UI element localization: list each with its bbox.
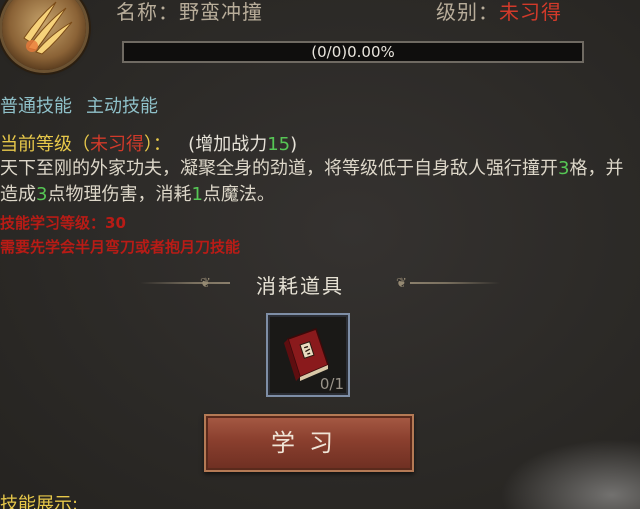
claw-slash-icon	[2, 0, 86, 70]
skill-type-normal: 普通技能	[0, 96, 72, 117]
ornament-right-icon: ❦	[396, 276, 407, 291]
corner-gloss	[500, 439, 640, 509]
desc-damage: 3	[36, 184, 48, 205]
consumables-title: 消耗道具	[256, 274, 344, 298]
power-prefix: (增加战力	[188, 134, 268, 155]
skill-level-label: 级别：	[436, 0, 499, 24]
skill-level-value: 未习得	[499, 0, 562, 24]
divider-right	[410, 282, 500, 284]
skill-type-active: 主动技能	[86, 96, 158, 117]
requirement-level: 技能学习等级：30	[0, 214, 126, 232]
ornament-left-icon: ❦	[200, 276, 211, 291]
skill-detail-panel: 名称：野蛮冲撞 级别：未习得 (0/0)0.00% 普通技能 主动技能 当前等级（…	[0, 0, 640, 509]
progress-text: (0/0)0.00%	[311, 43, 395, 61]
current-level-status: 未习得	[90, 134, 144, 155]
requirement-prereq: 需要先学会半月弯刀或者抱月刀技能	[0, 238, 241, 256]
desc-part4: 点魔法。	[202, 184, 275, 205]
power-suffix: )	[290, 134, 298, 155]
experience-progress-bar: (0/0)0.00%	[122, 41, 584, 63]
skill-name: 名称：野蛮冲撞	[116, 0, 263, 25]
desc-mana: 1	[191, 184, 203, 205]
divider-left	[140, 282, 230, 284]
current-level-line: 当前等级（未习得）： (增加战力15)	[0, 130, 297, 156]
desc-part1: 天下至刚的外家功夫，凝聚全身的劲道，将等级低于自身敌人强行撞开	[0, 158, 558, 179]
learn-button[interactable]: 学习	[204, 414, 414, 472]
consumable-item-slot[interactable]: 0/1	[266, 313, 350, 397]
current-level-prefix: 当前等级（	[0, 134, 90, 155]
current-level-suffix: ）：	[144, 134, 171, 155]
item-count: 0/1	[319, 375, 344, 393]
power-value: 15	[267, 134, 291, 155]
desc-distance: 3	[558, 158, 570, 179]
skill-tags: 普通技能 主动技能	[0, 92, 172, 118]
skill-name-label: 名称：	[116, 0, 179, 24]
skill-level: 级别：未习得	[436, 0, 562, 25]
desc-part3: 点物理伤害，消耗	[47, 184, 192, 205]
skill-showcase-label: 技能展示:	[0, 494, 79, 509]
skill-description: 天下至刚的外家功夫，凝聚全身的劲道，将等级低于自身敌人强行撞开3格，并造成3点物…	[0, 156, 636, 208]
skill-name-value: 野蛮冲撞	[179, 0, 263, 24]
